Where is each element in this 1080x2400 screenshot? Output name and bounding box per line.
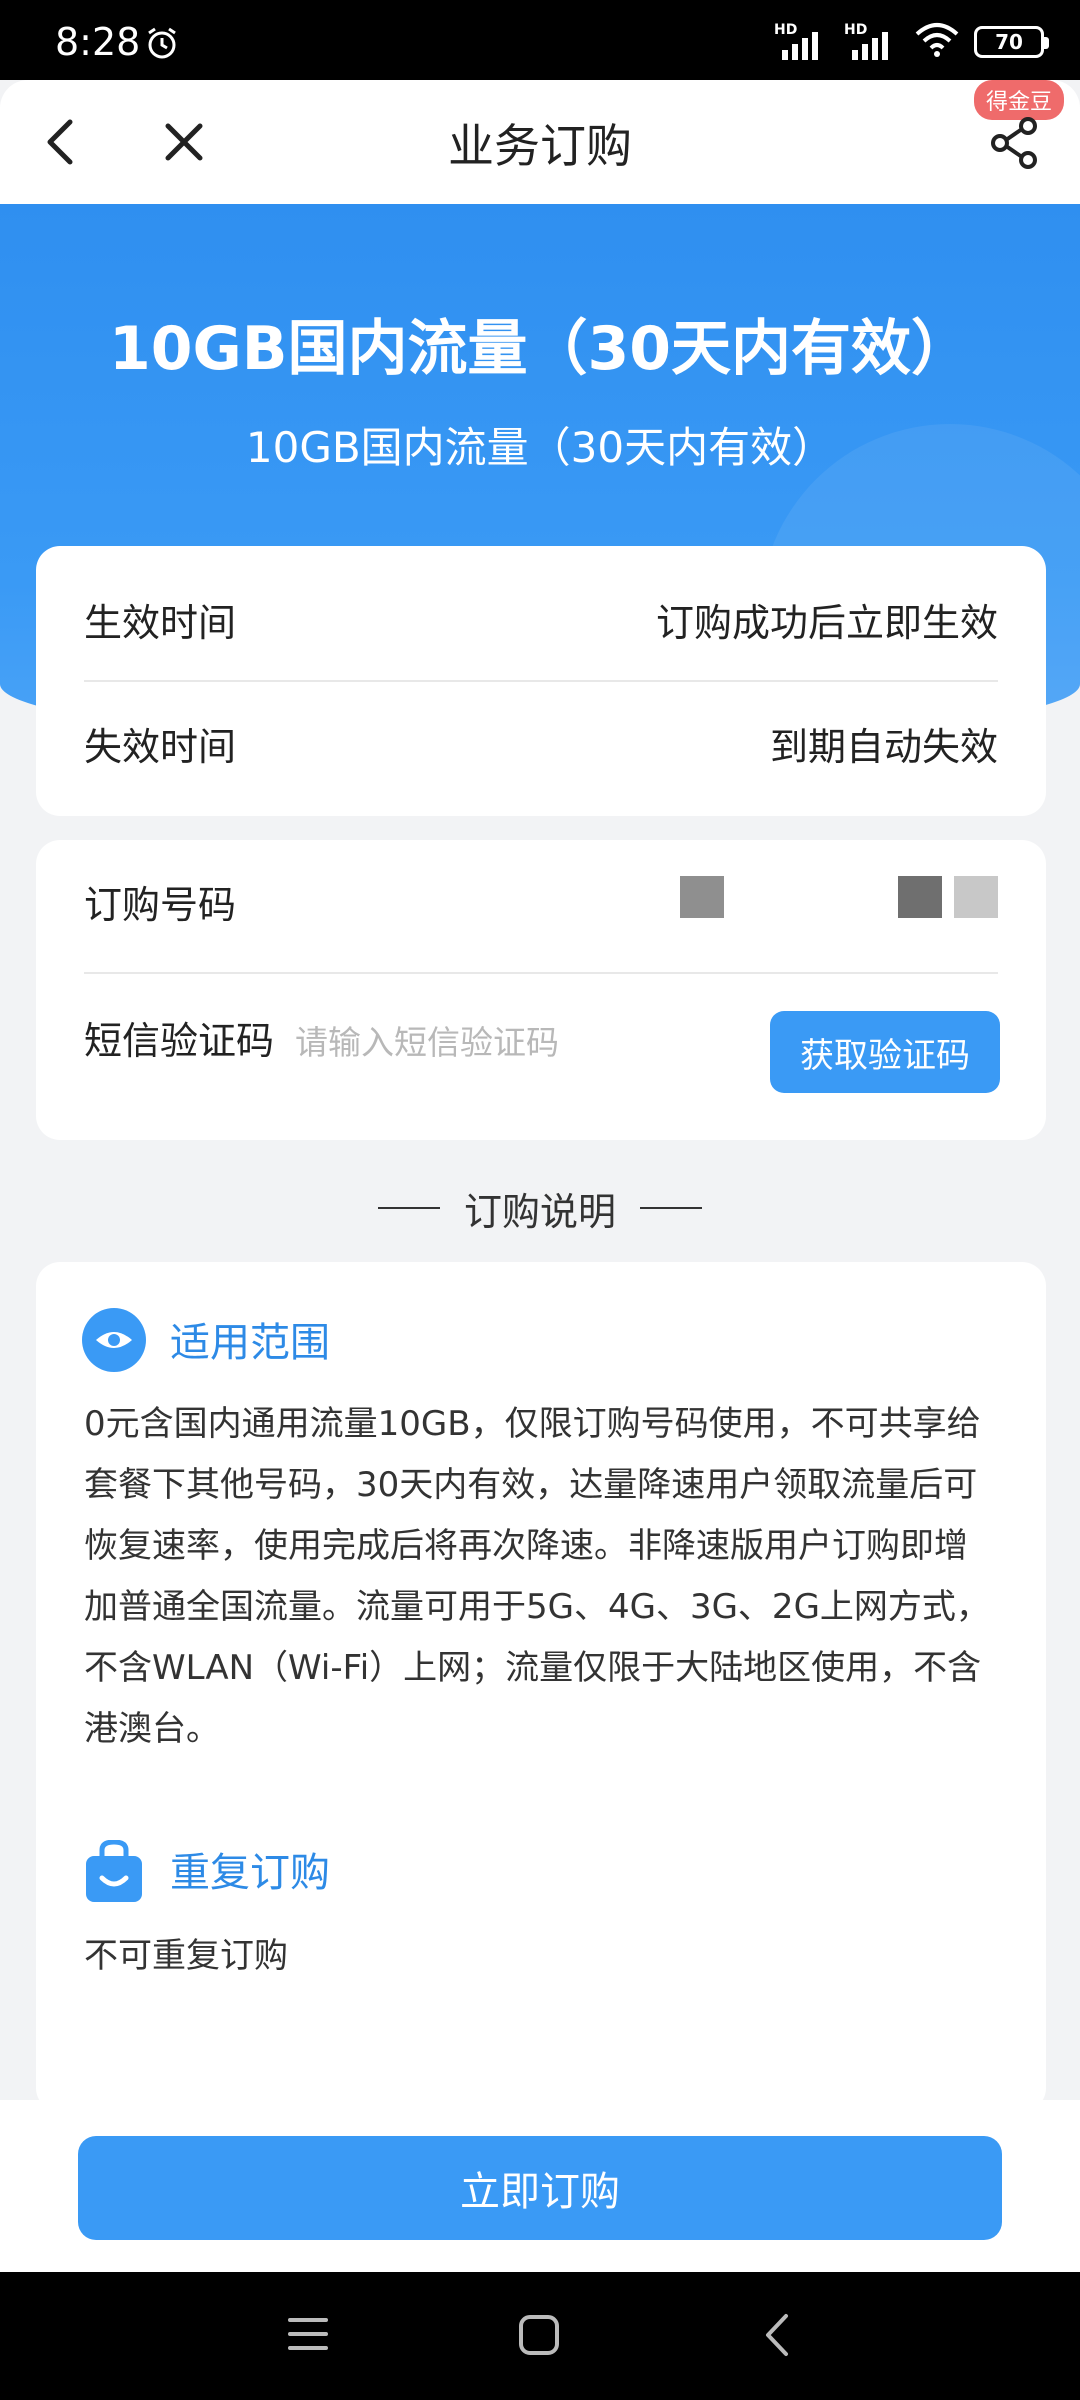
top-nav-bar: 业务订购 得金豆 <box>0 80 1080 204</box>
home-icon[interactable] <box>518 2314 560 2360</box>
shopping-bag-icon <box>82 1839 146 1904</box>
phone-row: 订购号码 <box>84 840 998 962</box>
order-notes-title: 订购说明 <box>463 1189 616 1234</box>
effective-time-row: 生效时间 订购成功后立即生效 <box>84 558 998 680</box>
signal-icon: HD <box>844 22 900 62</box>
effective-time-value: 订购成功后立即生效 <box>655 600 998 645</box>
heading-line <box>640 1207 702 1209</box>
repeat-order-text: 不可重复订购 <box>84 1936 288 1976</box>
expiry-time-value: 到期自动失效 <box>769 724 998 769</box>
status-time: 8:28 <box>55 20 141 64</box>
page-title: 业务订购 <box>448 119 632 173</box>
hero-subtitle: 10GB国内流量（30天内有效） <box>245 423 835 472</box>
order-notes-heading: 订购说明 <box>0 1178 1080 1238</box>
signal-icon: HD <box>774 22 830 62</box>
phone-label: 订购号码 <box>84 882 237 927</box>
gold-bean-badge[interactable]: 得金豆 <box>973 80 1064 120</box>
share-icon[interactable] <box>988 116 1042 174</box>
effective-time-label: 生效时间 <box>84 600 237 645</box>
back-nav-icon[interactable] <box>760 2312 794 2362</box>
repeat-order-title: 重复订购 <box>170 1850 330 1896</box>
heading-line <box>377 1207 440 1209</box>
wifi-icon <box>914 22 960 62</box>
alarm-icon <box>145 26 179 64</box>
eye-icon <box>82 1308 146 1372</box>
validity-card: 生效时间 订购成功后立即生效 失效时间 到期自动失效 <box>36 546 1046 816</box>
expiry-time-label: 失效时间 <box>84 724 237 769</box>
expiry-time-row: 失效时间 到期自动失效 <box>84 682 998 804</box>
scope-title: 适用范围 <box>170 1320 330 1366</box>
menu-icon[interactable] <box>288 2314 328 2358</box>
scope-text: 0元含国内通用流量10GB，仅限订购号码使用，不可共享给套餐下其他号码，30天内… <box>84 1404 990 1749</box>
order-notes-card: 适用范围 0元含国内通用流量10GB，仅限订购号码使用，不可共享给套餐下其他号码… <box>36 1262 1046 2112</box>
hero-title: 10GB国内流量（30天内有效） <box>109 314 971 384</box>
order-form-card: 订购号码 短信验证码 <box>36 840 1046 1140</box>
divider <box>84 972 998 974</box>
battery-icon: 70 <box>974 26 1049 58</box>
sms-code-input[interactable]: 请输入短信验证码 <box>295 1016 559 1064</box>
system-nav-bar <box>0 2272 1080 2400</box>
order-now-button[interactable]: 立即订购 <box>78 2136 1002 2240</box>
get-code-button[interactable]: 获取验证码 <box>770 1011 1000 1093</box>
masked-phone-number <box>670 875 998 927</box>
sms-code-label: 短信验证码 <box>84 1018 275 1063</box>
status-bar: 8:28 HD HD 70 <box>0 0 1080 80</box>
bottom-action-bar: 立即订购 <box>0 2100 1080 2272</box>
